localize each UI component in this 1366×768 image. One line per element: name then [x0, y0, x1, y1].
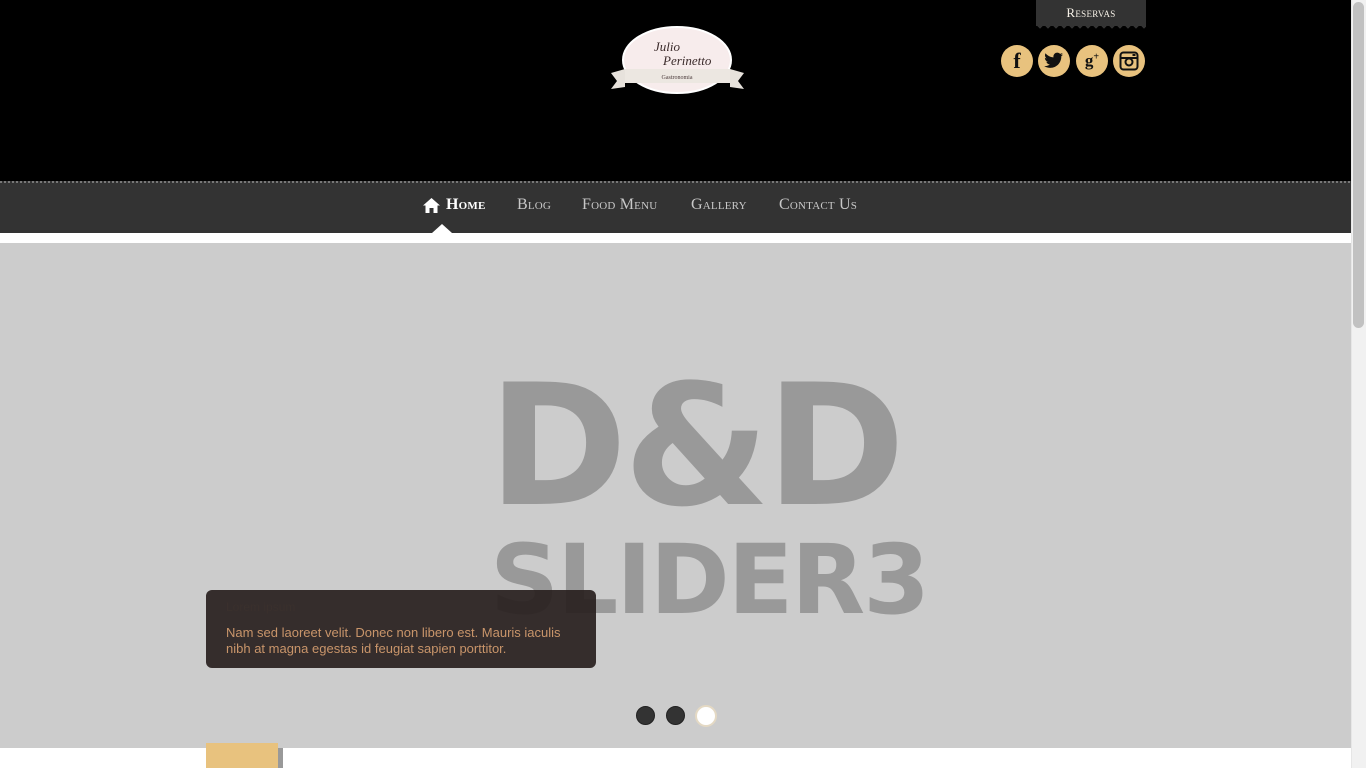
- active-nav-caret: [432, 224, 452, 233]
- facebook-glyph: f: [1013, 48, 1021, 73]
- scrollbar-thumb[interactable]: [1353, 2, 1364, 328]
- nav-item-blog[interactable]: Blog: [517, 196, 551, 214]
- logo-emblem: Julio Perinetto Gastronomia: [611, 26, 744, 94]
- caption-title: Lorem ipsum: [226, 600, 296, 614]
- nav-item-contact-us[interactable]: Contact Us: [779, 196, 857, 214]
- slide-caption: Lorem ipsum Nam sed laoreet velit. Donec…: [206, 590, 596, 668]
- home-icon[interactable]: [423, 198, 440, 218]
- content-tab: [206, 743, 278, 768]
- logo-ribbon-text: Gastronomia: [662, 75, 693, 81]
- nav-dotted-border: [0, 181, 1351, 184]
- site-logo[interactable]: Julio Perinetto Gastronomia: [611, 25, 744, 95]
- hero-slider[interactable]: D&D SLIDER3 Lorem ipsum Nam sed laoreet …: [0, 243, 1351, 748]
- caption-text: Nam sed laoreet velit. Donec non libero …: [226, 625, 561, 656]
- google-plus-icon[interactable]: g+: [1076, 45, 1108, 77]
- slide-image-text-line1: D&D: [488, 348, 905, 544]
- slider-dot-3[interactable]: [695, 705, 717, 727]
- reservas-button[interactable]: Reservas: [1036, 0, 1146, 31]
- instagram-camera-icon: [1119, 51, 1139, 71]
- twitter-bird-icon: [1044, 52, 1063, 68]
- slider-dot-1[interactable]: [636, 706, 655, 725]
- nav-item-gallery[interactable]: Gallery: [691, 196, 747, 214]
- logo-line1: Julio: [654, 39, 680, 54]
- main-nav: [0, 181, 1351, 233]
- twitter-icon[interactable]: [1038, 45, 1070, 77]
- google-plus-glyph: g+: [1084, 51, 1100, 70]
- slider-dot-2[interactable]: [666, 706, 685, 725]
- instagram-icon[interactable]: [1113, 45, 1145, 77]
- logo-line2: Perinetto: [662, 53, 712, 68]
- content-divider: [278, 748, 283, 768]
- nav-item-food-menu[interactable]: Food Menu: [582, 196, 657, 214]
- nav-item-home[interactable]: Home: [446, 196, 486, 214]
- facebook-icon[interactable]: f: [1001, 45, 1033, 77]
